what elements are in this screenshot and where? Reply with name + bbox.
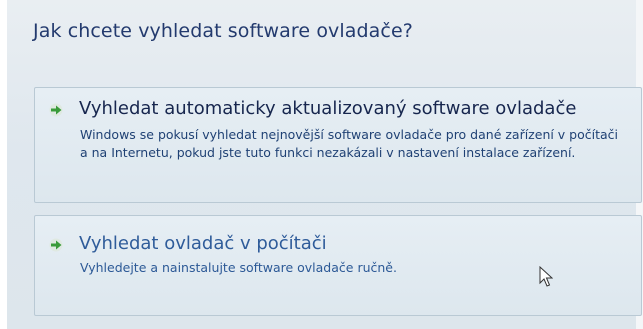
option-title[interactable]: Vyhledat automaticky aktualizovaný softw…	[79, 98, 576, 119]
green-arrow-icon	[49, 238, 63, 252]
option-description: Windows se pokusí vyhledat nejnovější so…	[80, 127, 619, 160]
mouse-pointer-icon	[539, 266, 553, 287]
green-arrow-icon	[49, 103, 63, 117]
option-title[interactable]: Vyhledat ovladač v počítači	[79, 233, 327, 254]
search-automatically-option[interactable]: Vyhledat automaticky aktualizovaný softw…	[34, 87, 642, 203]
driver-search-dialog: Jak chcete vyhledat software ovladače? V…	[0, 0, 643, 329]
dialog-heading: Jak chcete vyhledat software ovladače?	[33, 20, 413, 42]
